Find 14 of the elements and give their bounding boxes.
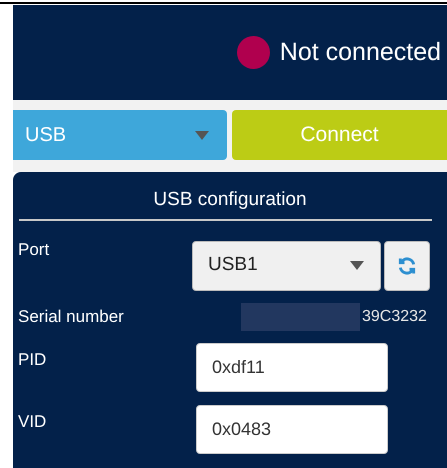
port-label: Port (18, 238, 50, 260)
connection-status: Not connected (280, 36, 441, 68)
field-label: PID (18, 348, 48, 370)
caret-icon (195, 130, 209, 140)
serial-number-label: Serial number (18, 306, 125, 328)
value-field[interactable]: 0x0483 (196, 404, 388, 454)
value-field[interactable]: 0xdf11 (196, 342, 388, 392)
refresh-button[interactable] (384, 240, 430, 290)
field-label: VID (18, 410, 48, 432)
refresh-icon (397, 256, 417, 276)
caret-icon (350, 261, 364, 270)
port-dropdown[interactable]: USB1 (192, 240, 381, 290)
panel-title: USB configuration (153, 188, 307, 212)
serial-number-value: 39C3232 (362, 306, 427, 326)
